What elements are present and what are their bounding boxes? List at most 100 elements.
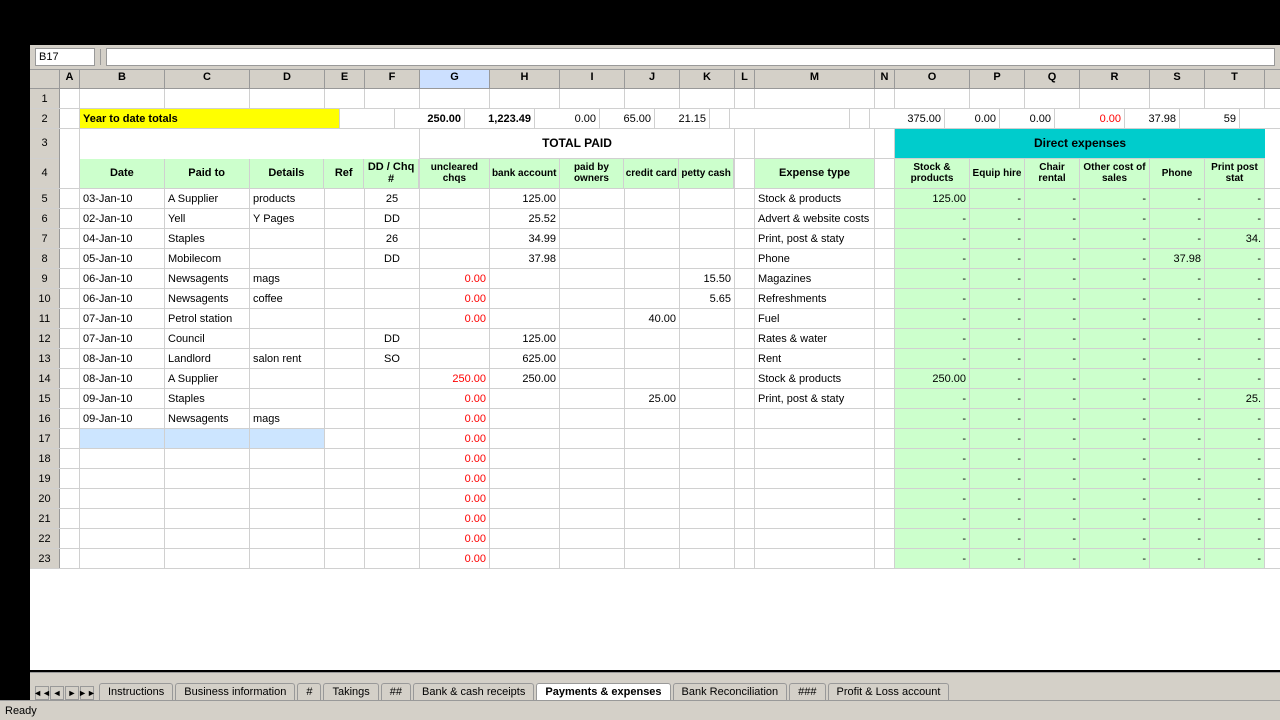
cell-expense-type: Rent: [755, 349, 875, 368]
spreadsheet-area: A B C D E F G H I J K L M N O P Q R S T …: [30, 70, 1280, 670]
col-header-i: I: [560, 70, 625, 88]
cell-s: -: [1150, 309, 1205, 328]
cell-expense-type: Print, post & staty: [755, 229, 875, 248]
cell-expense-type: Magazines: [755, 269, 875, 288]
cell-paid-to: Mobilecom: [165, 249, 250, 268]
cell-g: 0.00: [420, 309, 490, 328]
cell-h: [490, 269, 560, 288]
cell-date: 02-Jan-10: [80, 209, 165, 228]
tab-[interactable]: ##: [381, 683, 411, 700]
cell-r: -: [1080, 489, 1150, 508]
cell-o: -: [895, 529, 970, 548]
cell-s2: 37.98: [1125, 109, 1180, 128]
cell-date: 08-Jan-10: [80, 349, 165, 368]
nav-prev-arrow[interactable]: ◄: [50, 686, 64, 700]
cell-r: -: [1080, 349, 1150, 368]
cell-ref: [325, 529, 365, 548]
cell-s: -: [1150, 549, 1205, 568]
cell-k: [680, 189, 735, 208]
cell-s: -: [1150, 289, 1205, 308]
cell-l: [735, 229, 755, 248]
row-number: 21: [30, 509, 60, 528]
cell-i: [560, 209, 625, 228]
header-paid-by-owners: paid by owners: [560, 159, 625, 188]
table-row: 602-Jan-10YellY PagesDD25.52Advert & web…: [30, 209, 1280, 229]
cell-s: 37.98: [1150, 249, 1205, 268]
col-header-k: K: [680, 70, 735, 88]
nav-next-arrow[interactable]: ►: [65, 686, 79, 700]
table-row: 230.00------: [30, 549, 1280, 569]
cell-a: [60, 429, 80, 448]
cell-paid-to: A Supplier: [165, 189, 250, 208]
nav-last-arrow[interactable]: ►►: [80, 686, 94, 700]
cell-a: [60, 389, 80, 408]
tab-profit--loss-account[interactable]: Profit & Loss account: [828, 683, 950, 700]
cell-g: [420, 249, 490, 268]
cell-k: [680, 249, 735, 268]
name-box[interactable]: [35, 48, 95, 66]
cell-ref: [325, 449, 365, 468]
nav-first-arrow[interactable]: ◄◄: [35, 686, 49, 700]
cell-j: 25.00: [625, 389, 680, 408]
header-paid-to: Paid to: [165, 159, 250, 189]
tab-instructions[interactable]: Instructions: [99, 683, 173, 700]
cell-n: [875, 249, 895, 268]
cell-r1: [1080, 89, 1150, 108]
tab-takings[interactable]: Takings: [323, 683, 378, 700]
header-details: Details: [250, 159, 325, 189]
row-number: 8: [30, 249, 60, 268]
cell-i: [560, 509, 625, 528]
cell-expense-type: Stock & products: [755, 189, 875, 208]
direct-expenses-label: Direct expenses: [895, 129, 1265, 159]
cell-r: -: [1080, 429, 1150, 448]
tab-[interactable]: ###: [789, 683, 825, 700]
table-row: 170.00------: [30, 429, 1280, 449]
cell-q: -: [1025, 269, 1080, 288]
cell-h: [490, 309, 560, 328]
cell-k: [680, 229, 735, 248]
total-paid-label: TOTAL PAID: [420, 129, 734, 159]
cell-details: mags: [250, 269, 325, 288]
col-header-o: O: [895, 70, 970, 88]
cell-r: -: [1080, 449, 1150, 468]
tab-business-information[interactable]: Business information: [175, 683, 295, 700]
cell-j: [625, 369, 680, 388]
cell-paid-to: Petrol station: [165, 309, 250, 328]
cell-q: -: [1025, 209, 1080, 228]
tab-bank-reconciliation[interactable]: Bank Reconciliation: [673, 683, 788, 700]
tab-bank--cash-receipts[interactable]: Bank & cash receipts: [413, 683, 534, 700]
cell-n: [875, 349, 895, 368]
cell-s: -: [1150, 189, 1205, 208]
cell-g2: 250.00: [395, 109, 465, 128]
header-phone: Phone: [1150, 159, 1205, 188]
cell-s: -: [1150, 369, 1205, 388]
cell-p: -: [970, 369, 1025, 388]
cell-ref: [325, 369, 365, 388]
cell-b1: [80, 89, 165, 108]
cell-q: -: [1025, 229, 1080, 248]
cell-expense-type: [755, 489, 875, 508]
tab-[interactable]: #: [297, 683, 321, 700]
cell-k: [680, 449, 735, 468]
formula-input[interactable]: [106, 48, 1275, 66]
cell-a: [60, 449, 80, 468]
cell-n: [875, 309, 895, 328]
row-1: 1: [30, 89, 1280, 109]
cell-t: -: [1205, 249, 1265, 268]
cell-bcdef-3-4: Date Paid to Details Ref DD / Chq #: [80, 129, 420, 188]
cell-i: [560, 389, 625, 408]
cell-dd-chq: [365, 389, 420, 408]
cell-i1: [560, 89, 625, 108]
cell-ref: [325, 309, 365, 328]
cell-o2: 375.00: [870, 109, 945, 128]
cell-details: [250, 429, 325, 448]
tab-payments--expenses[interactable]: Payments & expenses: [536, 683, 670, 700]
nav-arrows[interactable]: ◄◄ ◄ ► ►►: [35, 686, 94, 700]
row-number: 5: [30, 189, 60, 208]
cell-p: -: [970, 429, 1025, 448]
cell-ref: [325, 349, 365, 368]
cell-t: -: [1205, 209, 1265, 228]
row-number: 15: [30, 389, 60, 408]
cell-t: -: [1205, 509, 1265, 528]
cell-ref: [325, 209, 365, 228]
